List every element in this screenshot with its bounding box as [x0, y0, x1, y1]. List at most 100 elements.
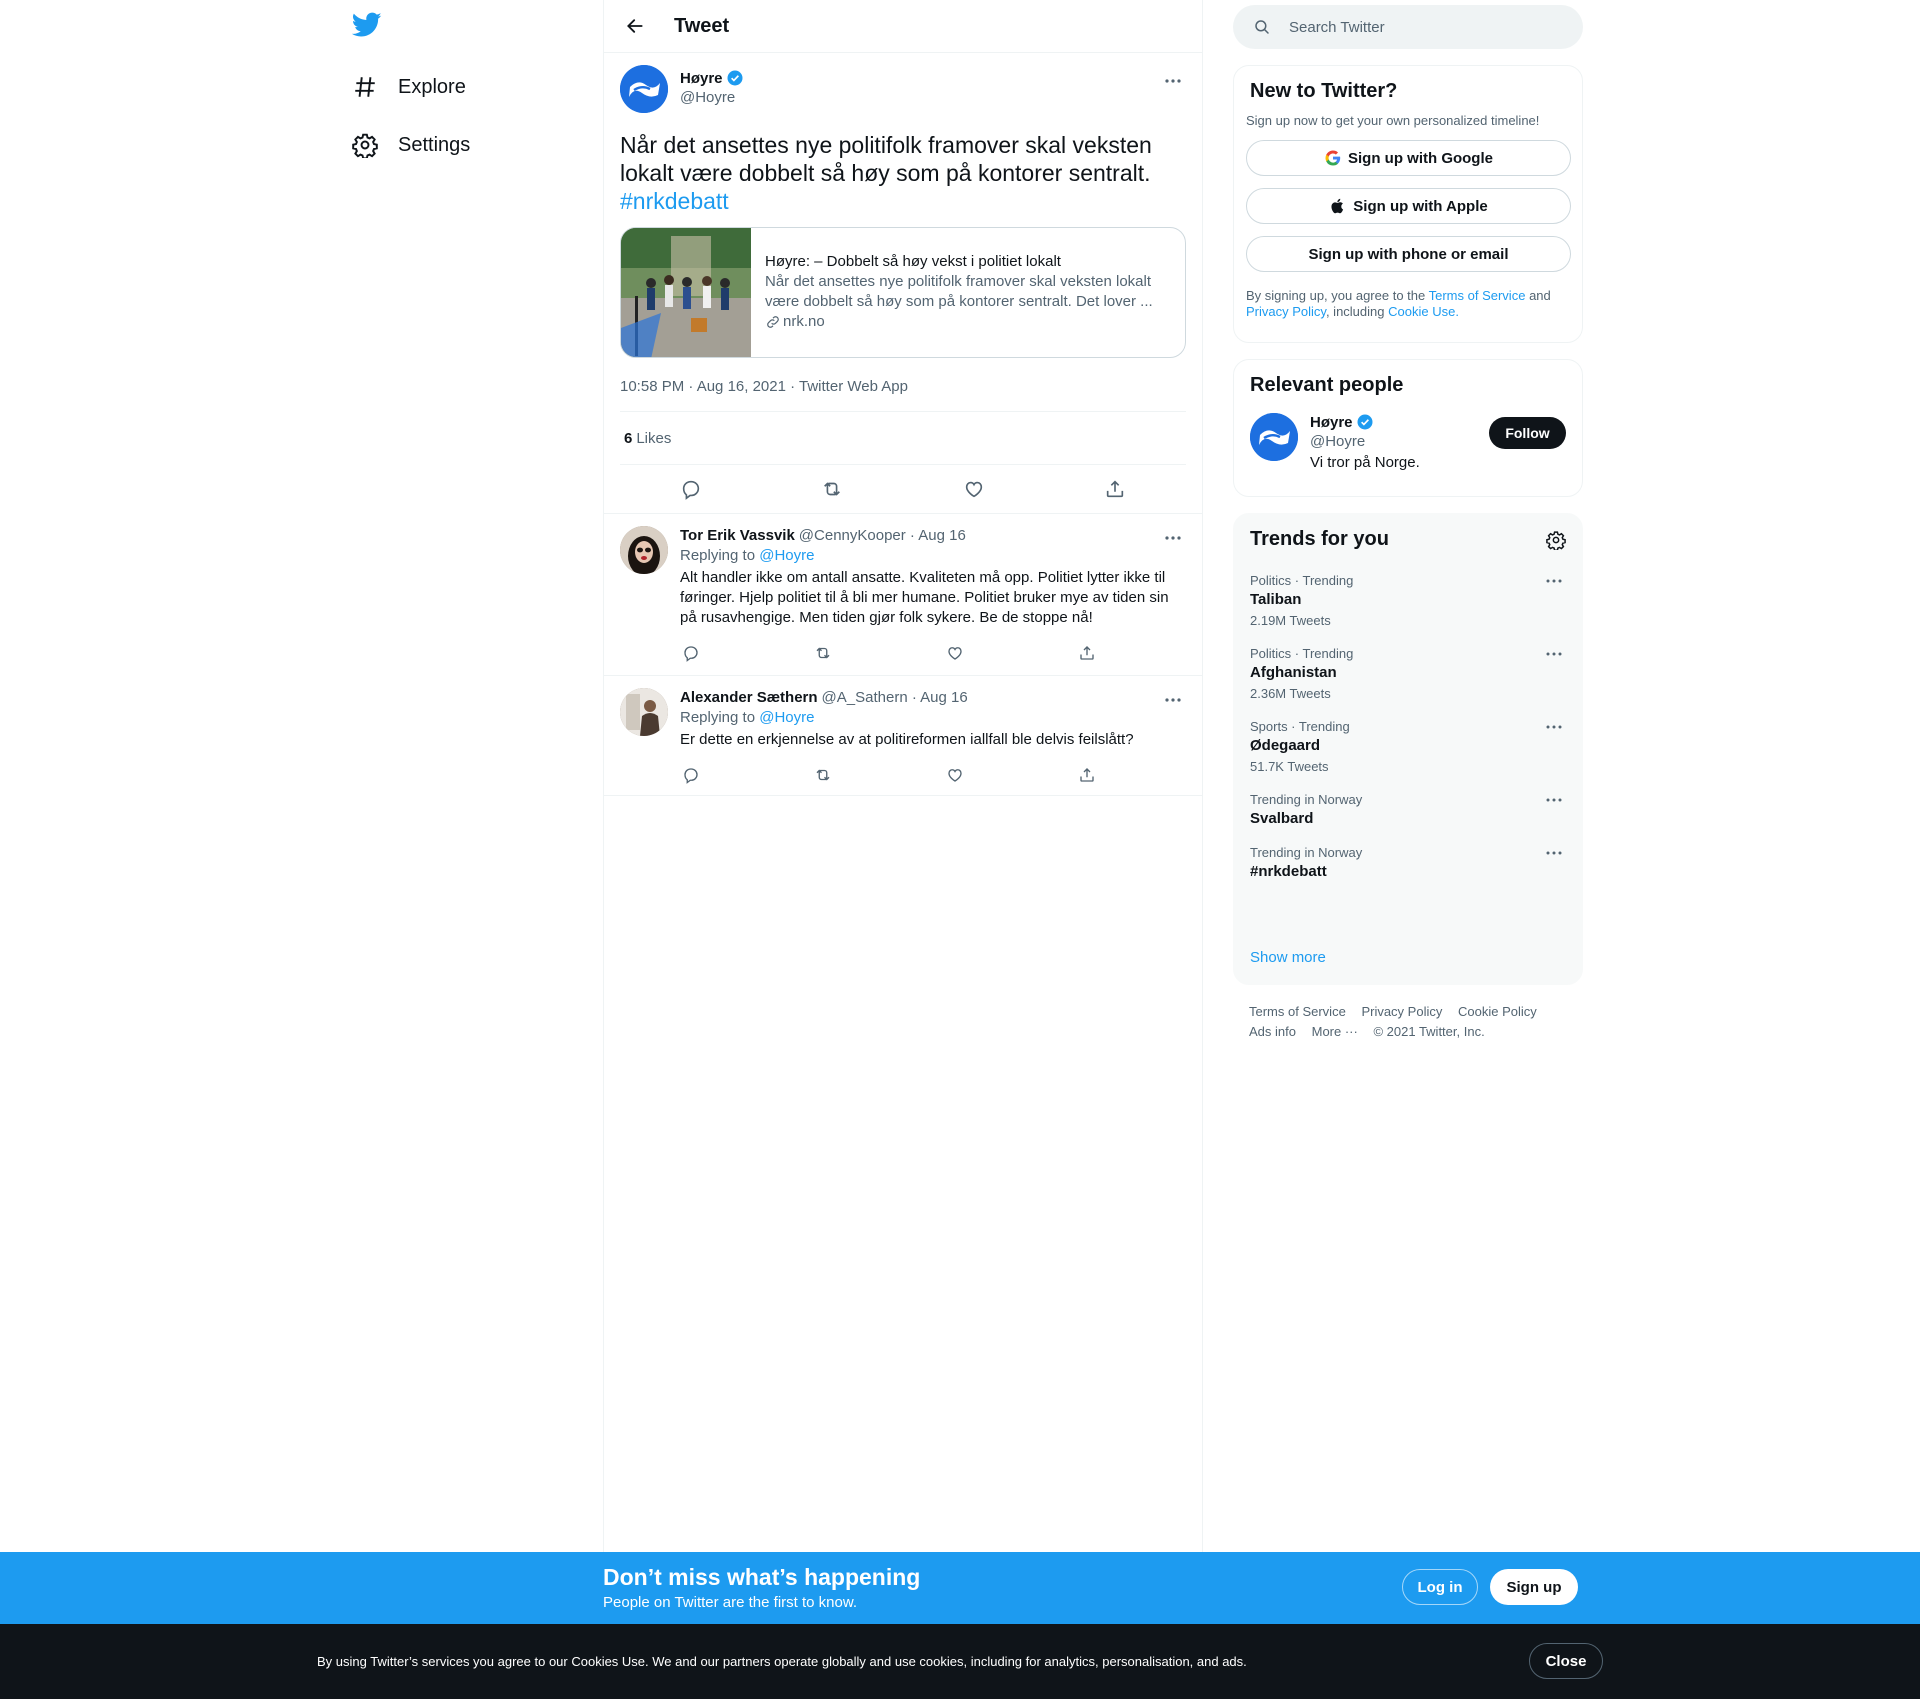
replying-to-link[interactable]: @Hoyre — [759, 709, 814, 726]
person-row[interactable]: Høyre @Hoyre Vi tror på Norge. Follow — [1250, 413, 1566, 471]
reply-tweet[interactable]: Tor Erik Vassvik @CennyKooper · Aug 16 R… — [604, 513, 1202, 675]
trends-panel: Trends for you Politics · Trending Talib… — [1233, 513, 1583, 985]
replying-to-link[interactable]: @Hoyre — [759, 547, 814, 564]
terms-including: , including — [1325, 304, 1385, 319]
reply-button[interactable] — [674, 472, 708, 506]
likes-count: 6 — [624, 429, 633, 447]
signup-prompt-bar: Don’t miss what’s happening People on Tw… — [0, 1552, 1920, 1624]
trend-more-button[interactable] — [1542, 792, 1566, 808]
footer-copyright: © 2021 Twitter, Inc. — [1373, 1024, 1485, 1039]
privacy-policy-link[interactable]: Privacy Policy — [1246, 304, 1326, 319]
trend-count: 2.36M Tweets — [1250, 686, 1331, 701]
reply-button[interactable] — [674, 636, 708, 670]
avatar[interactable] — [620, 526, 668, 574]
signup-phone-email-button[interactable]: Sign up with phone or email — [1246, 236, 1571, 272]
signup-apple-button[interactable]: Sign up with Apple — [1246, 188, 1571, 224]
trend-item[interactable]: Sports · Trending Ødegaard 51.7K Tweets — [1250, 719, 1566, 774]
reply-button[interactable] — [674, 758, 708, 792]
reply-header: Tor Erik Vassvik @CennyKooper · Aug 16 — [680, 526, 1186, 546]
search-box[interactable] — [1233, 5, 1583, 49]
gear-icon[interactable] — [1546, 530, 1566, 550]
reply-more-button[interactable] — [1160, 528, 1186, 548]
footer-ads-link[interactable]: Ads info — [1249, 1024, 1296, 1039]
retweet-button[interactable] — [806, 758, 840, 792]
login-button[interactable]: Log in — [1402, 1569, 1478, 1605]
like-button[interactable] — [938, 636, 972, 670]
tweet-timestamp[interactable]: 10:58 PM · Aug 16, 2021 · Twitter Web Ap… — [620, 378, 1186, 412]
terms-and: and — [1529, 288, 1551, 303]
footer-cookie-link[interactable]: Cookie Policy — [1458, 1004, 1537, 1019]
trend-more-button[interactable] — [1542, 719, 1566, 735]
retweet-button[interactable] — [815, 472, 849, 506]
twitter-logo-icon[interactable] — [352, 12, 386, 44]
footer-more-link[interactable]: More ··· — [1312, 1024, 1358, 1039]
person-name[interactable]: Høyre — [1310, 414, 1353, 431]
new-to-twitter-subtitle: Sign up now to get your own personalized… — [1246, 113, 1540, 128]
share-button[interactable] — [1070, 758, 1104, 792]
likes-row[interactable]: 6 Likes — [620, 412, 1186, 465]
heart-icon — [948, 647, 962, 660]
footer-terms-link[interactable]: Terms of Service — [1249, 1004, 1346, 1019]
nav-settings[interactable]: Settings — [352, 125, 470, 165]
reply-author-name[interactable]: Tor Erik Vassvik — [680, 526, 795, 546]
person-handle[interactable]: @Hoyre — [1310, 433, 1420, 450]
like-button[interactable] — [938, 758, 972, 792]
reply-content: Tor Erik Vassvik @CennyKooper · Aug 16 R… — [680, 526, 1186, 675]
nav-explore[interactable]: Explore — [352, 67, 466, 107]
footer-privacy-link[interactable]: Privacy Policy — [1361, 1004, 1442, 1019]
more-dots-icon — [1546, 652, 1562, 656]
cookie-use-link[interactable]: Cookie Use. — [1388, 304, 1459, 319]
retweet-button[interactable] — [806, 636, 840, 670]
tweet-more-button[interactable] — [1160, 71, 1186, 91]
relevant-people-panel: Relevant people Høyre @Hoyre Vi tror på … — [1233, 359, 1583, 497]
likes-label: Likes — [636, 429, 672, 447]
hashtag-link[interactable]: #nrkdebatt — [620, 187, 1180, 215]
reply-handle-date[interactable]: @A_Sathern · Aug 16 — [822, 688, 968, 708]
avatar[interactable] — [620, 688, 668, 736]
reply-actions — [674, 756, 1104, 794]
back-arrow-icon — [627, 19, 643, 33]
signup-google-button[interactable]: Sign up with Google — [1246, 140, 1571, 176]
share-button[interactable] — [1098, 472, 1132, 506]
trend-more-button[interactable] — [1542, 845, 1566, 861]
author-name[interactable]: Høyre — [680, 70, 723, 87]
like-button[interactable] — [957, 472, 991, 506]
signup-button[interactable]: Sign up — [1490, 1569, 1578, 1605]
card-thumbnail — [621, 228, 751, 357]
trend-item[interactable]: Trending in Norway Svalbard — [1250, 792, 1566, 827]
trend-item[interactable]: Politics · Trending Taliban 2.19M Tweets — [1250, 573, 1566, 628]
follow-button[interactable]: Follow — [1489, 417, 1566, 449]
trend-name: Taliban — [1250, 591, 1302, 608]
reply-icon — [684, 768, 698, 784]
back-button[interactable] — [618, 9, 652, 43]
reply-author-name[interactable]: Alexander Sæthern — [680, 688, 818, 708]
reply-actions — [674, 634, 1104, 672]
avatar[interactable] — [620, 65, 668, 113]
hashtag-icon — [352, 74, 378, 100]
terms-prefix: By signing up, you agree to the — [1246, 288, 1426, 303]
trend-item[interactable]: Politics · Trending Afghanistan 2.36M Tw… — [1250, 646, 1566, 701]
replying-to-prefix: Replying to — [680, 547, 756, 564]
reply-handle-date[interactable]: @CennyKooper · Aug 16 — [799, 526, 966, 546]
more-dots-icon — [1165, 79, 1181, 83]
share-button[interactable] — [1070, 636, 1104, 670]
show-more-link[interactable]: Show more — [1250, 949, 1326, 966]
search-input[interactable] — [1289, 18, 1549, 36]
link-card[interactable]: Høyre: – Dobbelt så høy vekst i politiet… — [620, 227, 1186, 358]
card-domain: nrk.no — [783, 313, 825, 330]
trend-count: 51.7K Tweets — [1250, 759, 1329, 774]
more-dots-icon — [1546, 798, 1562, 802]
card-body: Høyre: – Dobbelt så høy vekst i politiet… — [751, 228, 1185, 357]
avatar[interactable] — [1250, 413, 1298, 461]
terms-of-service-link[interactable]: Terms of Service — [1429, 288, 1526, 303]
reply-tweet[interactable]: Alexander Sæthern @A_Sathern · Aug 16 Re… — [604, 675, 1202, 796]
trend-item[interactable]: Trending in Norway #nrkdebatt — [1250, 845, 1566, 880]
google-icon — [1325, 150, 1341, 166]
prompt-title: Don’t miss what’s happening — [603, 1564, 921, 1590]
reply-more-button[interactable] — [1160, 690, 1186, 710]
author-handle[interactable]: @Hoyre — [680, 89, 744, 106]
trend-more-button[interactable] — [1542, 646, 1566, 662]
trend-more-button[interactable] — [1542, 573, 1566, 589]
cookie-close-button[interactable]: Close — [1529, 1643, 1603, 1679]
new-to-twitter-title: New to Twitter? — [1250, 80, 1398, 102]
